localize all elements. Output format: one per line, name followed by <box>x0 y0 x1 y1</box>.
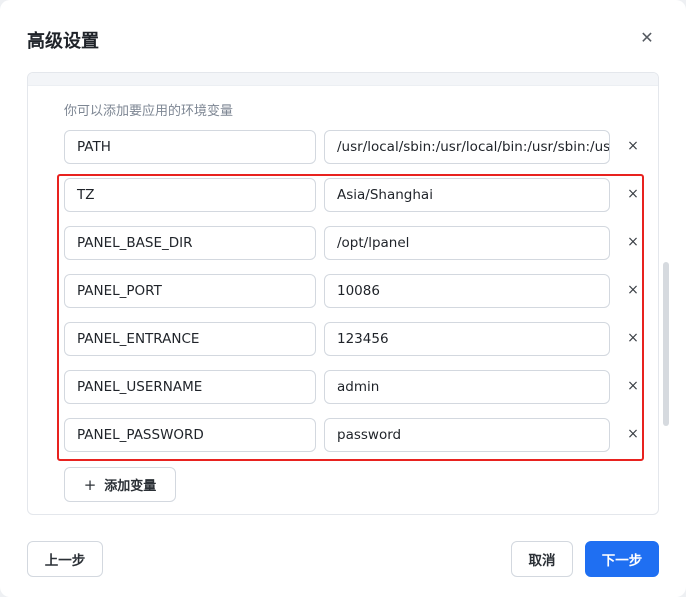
prev-step-button[interactable]: 上一步 <box>27 541 103 577</box>
plus-icon: + <box>83 475 97 494</box>
env-key-input[interactable]: PANEL_BASE_DIR <box>64 226 316 260</box>
delete-row-icon[interactable]: × <box>622 183 644 205</box>
panel-top-edge <box>28 73 658 86</box>
env-row-panel-port: PANEL_PORT 10086 × <box>64 274 639 310</box>
env-value-input[interactable]: admin <box>324 370 610 404</box>
delete-row-icon[interactable]: × <box>622 423 644 445</box>
env-row-tz: TZ Asia/Shanghai × <box>64 178 639 214</box>
env-value-input[interactable]: 10086 <box>324 274 610 308</box>
delete-row-icon[interactable]: × <box>622 375 644 397</box>
env-row-path: PATH /usr/local/sbin:/usr/local/bin:/usr… <box>64 130 639 166</box>
env-value-input[interactable]: password <box>324 418 610 452</box>
delete-row-icon[interactable]: × <box>622 231 644 253</box>
env-key-input[interactable]: PATH <box>64 130 316 164</box>
env-row-panel-password: PANEL_PASSWORD password × <box>64 418 639 454</box>
env-row-panel-base-dir: PANEL_BASE_DIR /opt/lpanel × <box>64 226 639 262</box>
cancel-button[interactable]: 取消 <box>511 541 573 577</box>
env-key-input[interactable]: TZ <box>64 178 316 212</box>
advanced-settings-dialog: 高级设置 ✕ 你可以添加要应用的环境变量 PATH /usr/local/sbi… <box>0 0 686 597</box>
env-value-input[interactable]: 123456 <box>324 322 610 356</box>
env-key-input[interactable]: PANEL_USERNAME <box>64 370 316 404</box>
delete-row-icon[interactable]: × <box>622 135 644 157</box>
env-value-input[interactable]: /opt/lpanel <box>324 226 610 260</box>
dialog-title: 高级设置 <box>27 31 99 52</box>
env-hint-text: 你可以添加要应用的环境变量 <box>64 104 234 119</box>
add-variable-label: 添加变量 <box>104 479 157 494</box>
env-key-input[interactable]: PANEL_PORT <box>64 274 316 308</box>
env-value-input[interactable]: /usr/local/sbin:/usr/local/bin:/usr/sbin… <box>324 130 610 164</box>
env-value-input[interactable]: Asia/Shanghai <box>324 178 610 212</box>
env-row-panel-entrance: PANEL_ENTRANCE 123456 × <box>64 322 639 358</box>
close-icon[interactable]: ✕ <box>636 26 658 48</box>
cancel-label: 取消 <box>528 553 556 569</box>
delete-row-icon[interactable]: × <box>622 279 644 301</box>
scrollbar-thumb[interactable] <box>663 262 669 426</box>
next-step-button[interactable]: 下一步 <box>585 541 659 577</box>
env-row-panel-username: PANEL_USERNAME admin × <box>64 370 639 406</box>
prev-step-label: 上一步 <box>44 553 86 569</box>
env-variables-panel: 你可以添加要应用的环境变量 PATH /usr/local/sbin:/usr/… <box>27 72 659 515</box>
env-key-input[interactable]: PANEL_ENTRANCE <box>64 322 316 356</box>
next-step-label: 下一步 <box>601 553 643 569</box>
add-variable-button[interactable]: + 添加变量 <box>64 467 176 502</box>
env-key-input[interactable]: PANEL_PASSWORD <box>64 418 316 452</box>
delete-row-icon[interactable]: × <box>622 327 644 349</box>
